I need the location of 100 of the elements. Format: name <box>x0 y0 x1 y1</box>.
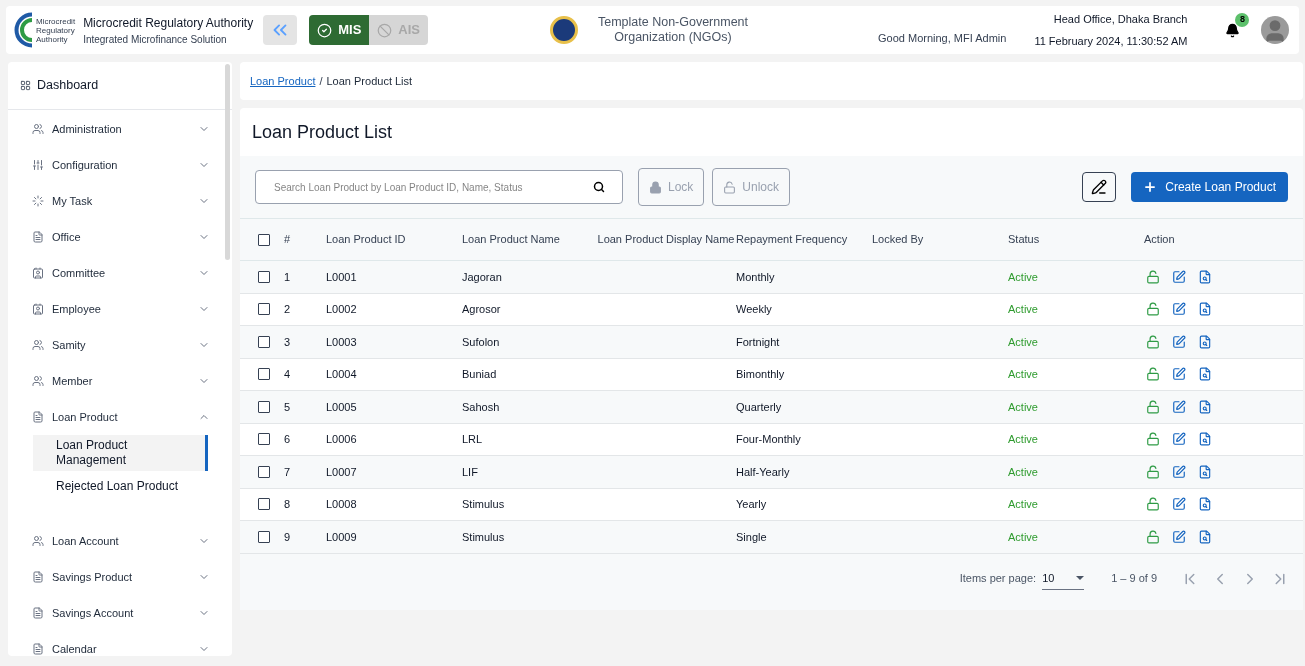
edit-icon[interactable] <box>1172 464 1186 479</box>
menu-icon <box>32 303 44 315</box>
unlock-icon[interactable] <box>1146 399 1160 414</box>
sidebar-item[interactable]: Calendar <box>8 631 232 656</box>
greeting-text: Good Morning, MFI Admin <box>878 30 1007 46</box>
breadcrumb-current: Loan Product List <box>326 73 413 89</box>
bell-icon <box>1225 22 1240 38</box>
unlock-icon[interactable] <box>1146 464 1160 479</box>
tenant-name: Template Non-Government Organization (NGOs) <box>596 15 750 45</box>
edit-icon[interactable] <box>1172 497 1186 512</box>
table-cell: Jagoran <box>462 270 502 283</box>
status-text: Active <box>1008 303 1038 315</box>
view-document-icon[interactable] <box>1198 302 1212 317</box>
avatar-silhouette[interactable] <box>1261 16 1290 44</box>
search-field[interactable]: Search Loan Product by Loan Product ID, Name, Status <box>255 170 623 204</box>
view-document-icon[interactable] <box>1198 497 1212 512</box>
sidebar-item[interactable]: Loan Product <box>8 399 232 435</box>
edit-icon[interactable] <box>1172 367 1186 382</box>
column-header: # <box>284 233 291 246</box>
status-text: Active <box>1008 270 1038 283</box>
view-document-icon[interactable] <box>1198 269 1212 284</box>
sidebar-item[interactable]: Samity <box>8 327 232 363</box>
row-checkbox[interactable] <box>258 335 270 348</box>
page-size-select[interactable]: 10 <box>1042 567 1085 590</box>
sidebar-item[interactable]: Committee <box>8 255 232 291</box>
row-checkbox[interactable] <box>258 530 270 543</box>
dashboard-link[interactable]: Dashboard <box>37 76 99 95</box>
edit-icon[interactable] <box>1172 529 1186 544</box>
unlock-icon[interactable] <box>1146 432 1160 447</box>
mode-toggle[interactable]: MIS <box>309 15 370 45</box>
menu-icon <box>32 123 44 135</box>
edit-icon[interactable] <box>1172 399 1186 414</box>
table-cell: Half-Yearly <box>736 465 790 478</box>
status-text: Active <box>1008 368 1038 380</box>
unlock-icon[interactable] <box>1146 367 1160 382</box>
menu-icon <box>32 195 44 207</box>
row-checkbox[interactable] <box>258 368 270 381</box>
table-cell: L0009 <box>326 530 357 543</box>
menu-icon <box>32 375 44 387</box>
lock-icon <box>649 180 662 194</box>
sidebar-item[interactable]: Configuration <box>8 147 232 183</box>
notification-badge: 8 <box>1235 13 1250 27</box>
submenu-item[interactable]: Rejected Loan Product <box>33 471 208 501</box>
edit-icon[interactable] <box>1172 269 1186 284</box>
column-header: Repayment Frequency <box>736 233 848 246</box>
sidebar-item[interactable]: Savings Product <box>8 559 232 595</box>
table-cell: L0007 <box>326 465 357 478</box>
table-cell: Single <box>736 530 767 543</box>
check-circle-icon <box>317 22 333 38</box>
unlock-icon[interactable] <box>1146 269 1160 284</box>
table-cell: LIF <box>462 465 478 478</box>
sidebar-item[interactable]: Office <box>8 219 232 255</box>
grid-icon <box>20 80 31 91</box>
edit-icon[interactable] <box>1172 302 1186 317</box>
page-range: 1 – 9 of 9 <box>1111 571 1157 587</box>
row-checkbox[interactable] <box>258 400 270 413</box>
edit-icon[interactable] <box>1172 334 1186 349</box>
table-cell: Quarterly <box>736 400 782 413</box>
sidebar-item[interactable]: Administration <box>8 111 232 147</box>
menu-icon <box>32 411 44 423</box>
sidebar-item[interactable]: My Task <box>8 183 232 219</box>
status-text: Active <box>1008 465 1038 478</box>
table-cell: L0006 <box>326 433 357 445</box>
sidebar-item[interactable]: Loan Account <box>8 523 232 559</box>
table-cell: L0005 <box>326 400 357 413</box>
sidebar-item[interactable]: Employee <box>8 291 232 327</box>
row-checkbox[interactable] <box>258 465 270 478</box>
view-document-icon[interactable] <box>1198 432 1212 447</box>
breadcrumb-separator: / <box>319 73 323 89</box>
unlock-icon[interactable] <box>1146 529 1160 544</box>
view-document-icon[interactable] <box>1198 367 1212 382</box>
create-button[interactable]: Create Loan Product <box>1131 172 1288 202</box>
table-cell: 9 <box>284 530 291 543</box>
row-checkbox[interactable] <box>258 270 270 283</box>
submenu-item[interactable]: Loan Product Management <box>33 435 208 471</box>
unlock-icon[interactable] <box>1146 334 1160 349</box>
status-text: Active <box>1008 400 1038 413</box>
logo-drawing <box>12 12 34 48</box>
collapse-sidebar-button[interactable] <box>263 15 298 45</box>
seal-icon <box>550 16 578 44</box>
unlock-icon[interactable] <box>1146 302 1160 317</box>
view-document-icon[interactable] <box>1198 399 1212 414</box>
table-cell: Agrosor <box>462 303 501 315</box>
org-title: Microcredit Regulatory Authority <box>83 14 254 32</box>
row-checkbox[interactable] <box>258 303 270 316</box>
breadcrumb-link[interactable]: Loan Product <box>250 72 316 90</box>
row-checkbox[interactable] <box>258 433 270 446</box>
view-document-icon[interactable] <box>1198 529 1212 544</box>
scrollbar-thumb[interactable] <box>225 64 230 260</box>
sidebar-item[interactable]: Savings Account <box>8 595 232 631</box>
table-cell: Four-Monthly <box>736 433 801 445</box>
row-checkbox[interactable] <box>258 498 270 511</box>
edit-icon[interactable] <box>1172 432 1186 447</box>
view-document-icon[interactable] <box>1198 464 1212 479</box>
column-settings-button[interactable] <box>1082 172 1117 202</box>
view-document-icon[interactable] <box>1198 334 1212 349</box>
sidebar-item[interactable]: Member <box>8 363 232 399</box>
column-header: Loan Product ID <box>326 233 406 246</box>
unlock-icon[interactable] <box>1146 497 1160 512</box>
select-all-checkbox[interactable] <box>258 233 270 246</box>
